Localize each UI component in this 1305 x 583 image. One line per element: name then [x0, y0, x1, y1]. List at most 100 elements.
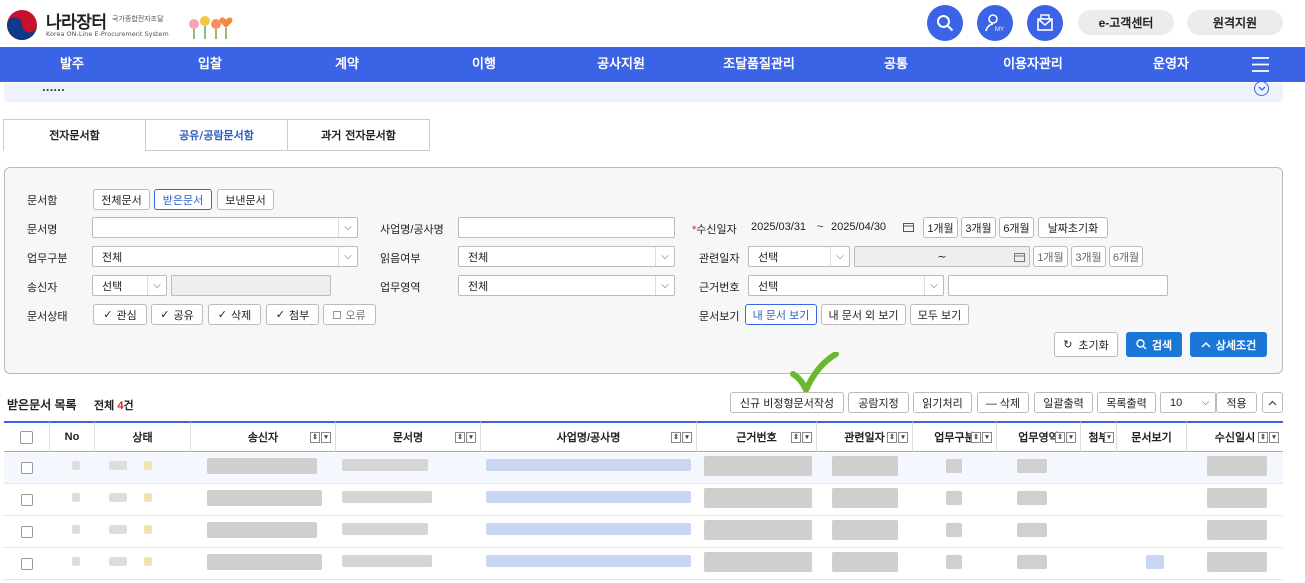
status-share-toggle[interactable]: ✓ 공유 — [151, 304, 203, 325]
national-emblem-icon — [6, 9, 38, 41]
message-icon[interactable] — [1027, 5, 1063, 41]
calendar-icon[interactable] — [1010, 248, 1028, 266]
col-status: 상태 — [95, 421, 191, 452]
table-row[interactable] — [4, 549, 1283, 580]
nav-item-contract[interactable]: 계약 — [335, 47, 359, 82]
project-name-input[interactable] — [458, 217, 675, 238]
mark-read-button[interactable]: 읽기처리 — [913, 392, 972, 413]
col-sender[interactable]: 송신자 ⇕ ▾ — [191, 421, 336, 452]
one-month-button[interactable]: 1개월 — [923, 217, 958, 238]
work-area-select[interactable]: 전체 ⌵ — [458, 275, 675, 296]
page-size-select[interactable]: 10 ⌵ — [1160, 392, 1216, 413]
reset-date-button[interactable]: 날짜초기화 — [1038, 217, 1108, 238]
table-row[interactable] — [4, 517, 1283, 548]
list-print-button[interactable]: 목록출력 — [1097, 392, 1156, 413]
batch-print-button[interactable]: 일괄출력 — [1034, 392, 1093, 413]
rel-one-month-button[interactable]: 1개월 — [1033, 246, 1068, 267]
sort-icon[interactable]: ⇕ ▾ — [671, 432, 692, 443]
nav-item-common[interactable]: 공통 — [884, 47, 908, 82]
related-date-select[interactable]: 선택 ⌵ — [748, 246, 850, 267]
header-select-all[interactable] — [4, 421, 50, 452]
recv-date-to[interactable]: 2025/04/30 — [831, 221, 886, 233]
customer-center-button[interactable]: e-고객센터 — [1078, 10, 1174, 35]
row-checkbox[interactable] — [21, 558, 33, 570]
menu-icon[interactable] — [1252, 57, 1269, 72]
sort-icon[interactable]: ⇕ ▾ — [1258, 432, 1279, 443]
all-docs-button[interactable]: 전체문서 — [93, 189, 150, 210]
status-attach-toggle[interactable]: ✓ 첨부 — [266, 304, 319, 325]
row-checkbox[interactable] — [21, 494, 33, 506]
sort-icon[interactable]: ▾ — [1104, 432, 1114, 443]
reset-button[interactable]: ↻ 초기화 — [1054, 332, 1118, 357]
tab-e-docbox[interactable]: 전자문서함 — [3, 119, 146, 151]
detail-conditions-button[interactable]: 상세조건 — [1190, 332, 1267, 357]
ref-number-select[interactable]: 선택 ⌵ — [748, 275, 944, 296]
nav-item-operator[interactable]: 운영자 — [1153, 47, 1189, 82]
all-view-button[interactable]: 모두 보기 — [910, 304, 969, 325]
search-button[interactable]: 검색 — [1126, 332, 1182, 357]
table-row[interactable] — [4, 485, 1283, 516]
nav-item-order[interactable]: 발주 — [60, 47, 84, 82]
select-all-checkbox[interactable] — [20, 430, 33, 444]
row-checkbox[interactable] — [21, 526, 33, 538]
read-status-select[interactable]: 전체 ⌵ — [458, 246, 675, 267]
sender-select[interactable]: 선택 ⌵ — [92, 275, 167, 296]
col-ref-number[interactable]: 근거번호 ⇕ ▾ — [697, 421, 817, 452]
status-interest-toggle[interactable]: ✓ 관심 — [93, 304, 147, 325]
nav-item-construction[interactable]: 공사지원 — [597, 47, 645, 82]
sort-icon[interactable]: ⇕ ▾ — [971, 432, 992, 443]
col-received-at[interactable]: 수신일시 ⇕ ▾ — [1187, 421, 1283, 452]
calendar-icon[interactable] — [899, 218, 917, 236]
apply-button[interactable]: 적용 — [1216, 392, 1257, 413]
sort-icon[interactable]: ⇕ ▾ — [1055, 432, 1076, 443]
nav-item-bid[interactable]: 입찰 — [198, 47, 222, 82]
col-attach[interactable]: 첨부 ▾ — [1081, 421, 1117, 452]
status-error-toggle[interactable]: 오류 — [323, 304, 376, 325]
nav-item-user-admin[interactable]: 이용자관리 — [1003, 47, 1063, 82]
col-related-date[interactable]: 관련일자 ⇕ ▾ — [817, 421, 913, 452]
new-doc-button[interactable]: 신규 비정형문서작성 — [730, 392, 844, 413]
assign-viewing-button[interactable]: 공람지정 — [848, 392, 909, 413]
received-docs-button[interactable]: 받은문서 — [154, 189, 212, 210]
top-bar: 나라장터 국가종합전자조달 Korea ON-Line E-Procuremen… — [0, 0, 1305, 47]
table-row[interactable] — [4, 453, 1283, 484]
sort-icon[interactable]: ⇕ ▾ — [310, 432, 331, 443]
rel-six-month-button[interactable]: 6개월 — [1109, 246, 1143, 267]
col-biz-type[interactable]: 업무구분 ⇕ ▾ — [913, 421, 997, 452]
biz-type-select[interactable]: 전체 ⌵ — [92, 246, 358, 267]
col-project[interactable]: 사업명/공사명 ⇕ ▾ — [481, 421, 697, 452]
doc-name-select[interactable]: ⌵ — [92, 217, 358, 238]
col-work-area[interactable]: 업무영역 ⇕ ▾ — [997, 421, 1081, 452]
my-docs-button[interactable]: 내 문서 보기 — [745, 304, 817, 325]
nav-item-fulfillment[interactable]: 이행 — [472, 47, 496, 82]
sort-icon[interactable]: ⇕ ▾ — [455, 432, 476, 443]
row-checkbox[interactable] — [21, 462, 33, 474]
chevron-down-icon[interactable] — [1254, 81, 1269, 96]
three-month-button[interactable]: 3개월 — [961, 217, 996, 238]
notice-strip: ...... — [4, 81, 1283, 102]
nav-item-quality[interactable]: 조달품질관리 — [723, 47, 795, 82]
recv-date-from[interactable]: 2025/03/31 — [751, 221, 806, 233]
col-doc-name[interactable]: 문서명 ⇕ ▾ — [336, 421, 481, 452]
sender-input[interactable] — [171, 275, 331, 296]
my-page-icon[interactable]: MY — [977, 5, 1013, 41]
rel-three-month-button[interactable]: 3개월 — [1071, 246, 1106, 267]
doc-tabs: 전자문서함 공유/공람문서함 과거 전자문서함 — [3, 119, 430, 151]
search-icon[interactable] — [927, 5, 963, 41]
list-title: 받은문서 목록 — [7, 398, 77, 412]
remote-support-button[interactable]: 원격지원 — [1187, 10, 1283, 35]
tab-past-docbox[interactable]: 과거 전자문서함 — [287, 119, 430, 151]
sort-icon[interactable]: ⇕ ▾ — [887, 432, 908, 443]
related-date-range[interactable]: ~ — [854, 246, 1030, 267]
tab-shared-docbox[interactable]: 공유/공람문서함 — [145, 119, 288, 151]
delete-button[interactable]: — 삭제 — [977, 392, 1029, 413]
chevron-down-icon: ⌵ — [655, 276, 674, 295]
others-docs-button[interactable]: 내 문서 외 보기 — [821, 304, 906, 325]
collapse-button[interactable] — [1262, 392, 1283, 413]
sort-icon[interactable]: ⇕ ▾ — [791, 432, 812, 443]
status-delete-toggle[interactable]: ✓ 삭제 — [208, 304, 261, 325]
refresh-icon: ↻ — [1063, 339, 1073, 351]
six-month-button[interactable]: 6개월 — [999, 217, 1034, 238]
sent-docs-button[interactable]: 보낸문서 — [217, 189, 274, 210]
ref-number-input[interactable] — [948, 275, 1168, 296]
